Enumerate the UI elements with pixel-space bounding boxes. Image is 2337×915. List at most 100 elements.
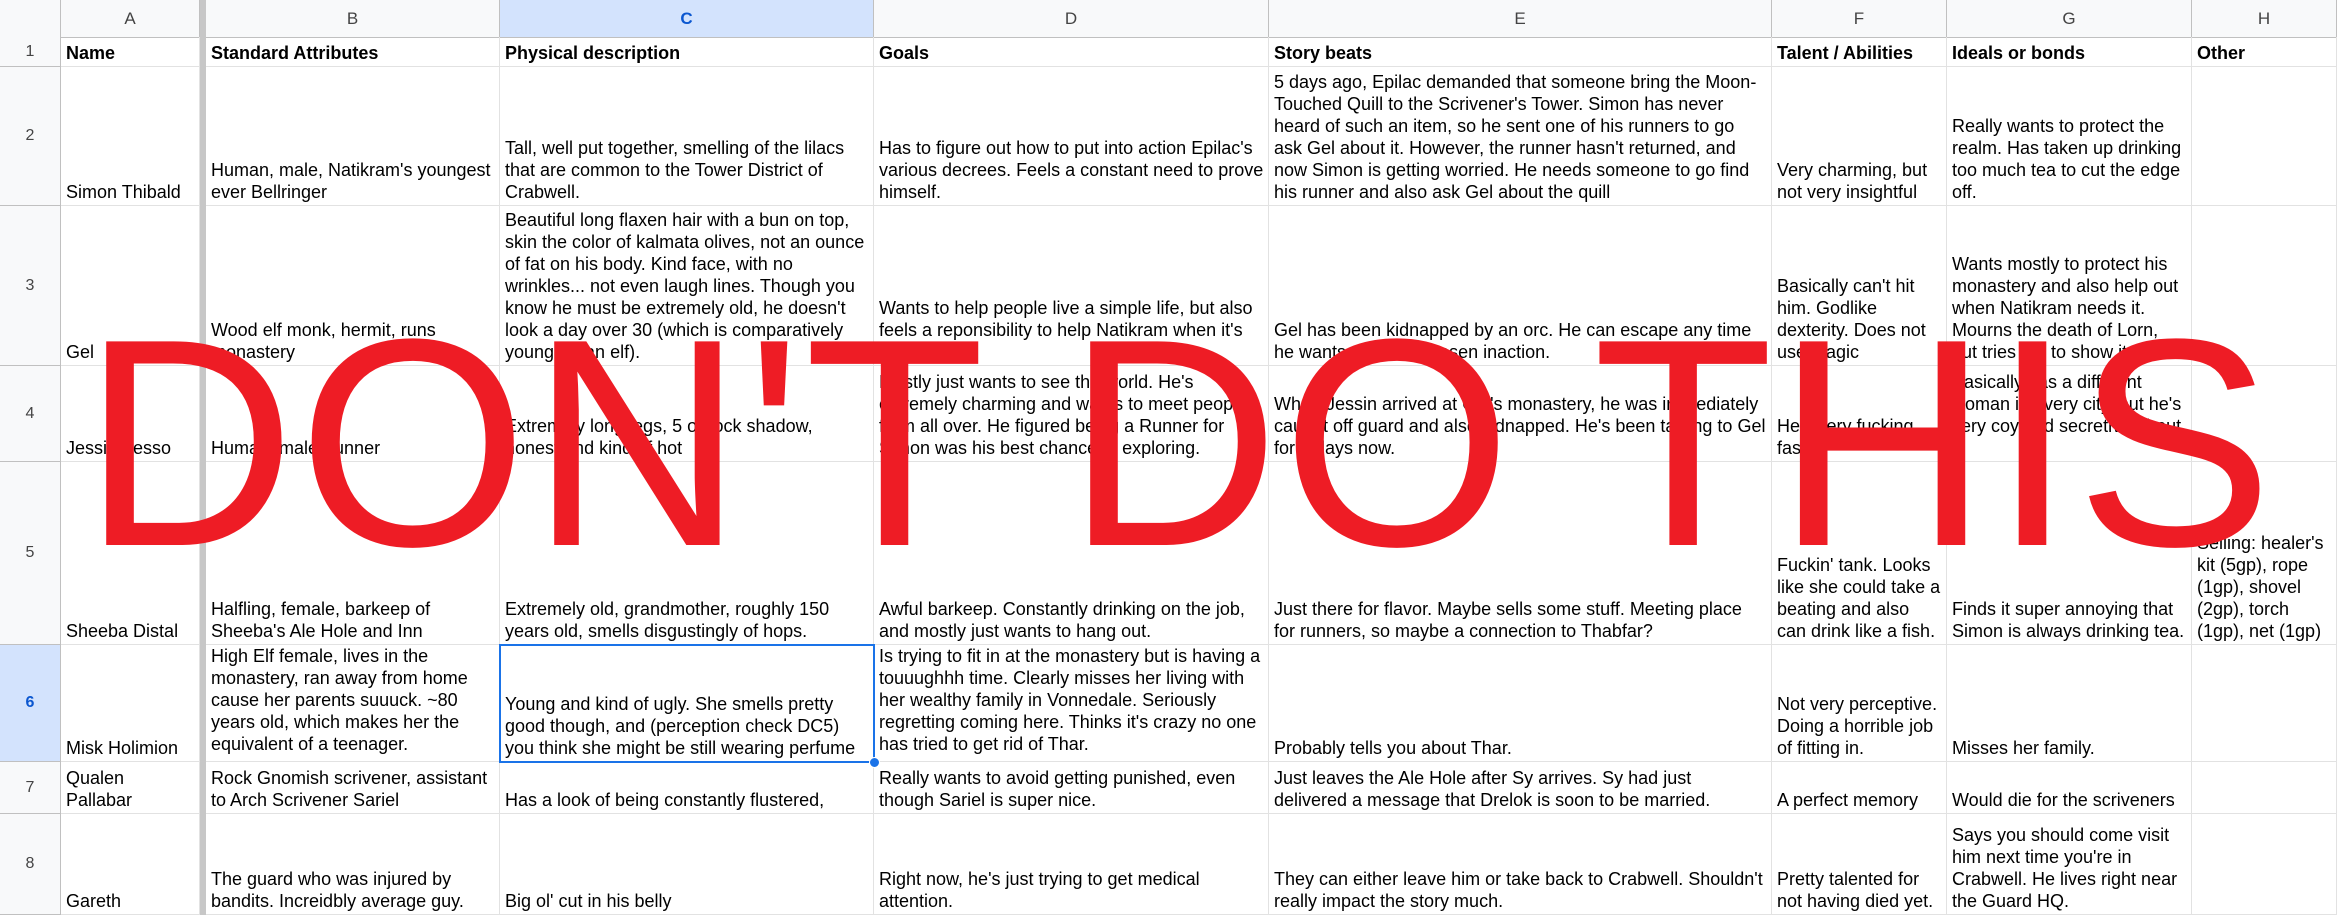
row-header[interactable]: 5 [0, 462, 61, 645]
table-cell[interactable]: Big ol' cut in his belly [500, 814, 874, 915]
table-cell[interactable]: Says you should come visit him next time… [1947, 814, 2192, 915]
table-cell[interactable]: The guard who was injured by bandits. In… [206, 814, 500, 915]
row-header[interactable]: 3 [0, 206, 61, 366]
table-cell[interactable]: Just leaves the Ale Hole after Sy arrive… [1269, 762, 1772, 814]
table-cell[interactable]: Has to figure out how to put into action… [874, 67, 1269, 206]
cell-text: Extremely old, grandmother, roughly 150 … [505, 599, 830, 641]
table-header-cell[interactable]: Standard Attributes [206, 37, 500, 67]
column-header-c[interactable]: C [500, 0, 874, 37]
select-all-corner[interactable] [0, 0, 61, 37]
table-cell[interactable]: Halfling, female, barkeep of Sheeba's Al… [206, 462, 500, 645]
table-cell[interactable]: Has a look of being constantly flustered… [500, 762, 874, 814]
table-cell[interactable]: Jessin Fesso [61, 366, 200, 462]
table-header-cell[interactable]: Talent / Abilities [1772, 37, 1947, 67]
cell-text: Very charming, but not very insightful [1777, 160, 1928, 202]
table-cell[interactable]: Gel has been kidnapped by an orc. He can… [1269, 206, 1772, 366]
table-cell[interactable]: Not very perceptive. Doing a horrible jo… [1772, 645, 1947, 762]
table-cell[interactable]: Misk Holimion [61, 645, 200, 762]
table-cell[interactable]: Basically can't hit him. Godlike dexteri… [1772, 206, 1947, 366]
table-cell[interactable]: Mostly just wants to see the world. He's… [874, 366, 1269, 462]
fill-handle[interactable] [869, 757, 880, 768]
column-header-a[interactable]: A [61, 0, 200, 37]
table-cell[interactable]: When Jessin arrived at Gel's monastery, … [1269, 366, 1772, 462]
row-header[interactable]: 6 [0, 645, 61, 762]
table-cell[interactable]: He's very fucking fast. [1772, 366, 1947, 462]
table-cell[interactable]: Wants to help people live a simple life,… [874, 206, 1269, 366]
row-header[interactable]: 2 [0, 67, 61, 206]
cell-text: Misk Holimion [66, 738, 179, 758]
column-header-g[interactable]: G [1947, 0, 2192, 37]
row-header[interactable]: 7 [0, 762, 61, 814]
row-header[interactable]: 4 [0, 366, 61, 462]
cell-text: Has to figure out how to put into action… [879, 138, 1264, 202]
column-header-e[interactable]: E [1269, 0, 1772, 37]
table-cell[interactable]: Qualen Pallabar [61, 762, 200, 814]
table-cell[interactable]: They can either leave him or take back t… [1269, 814, 1772, 915]
cell-text: Not very perceptive. Doing a horrible jo… [1777, 694, 1938, 758]
table-cell[interactable]: 5 days ago, Epilac demanded that someone… [1269, 67, 1772, 206]
table-cell[interactable]: High Elf female, lives in the monastery,… [206, 645, 500, 762]
table-cell[interactable]: Fuckin' tank. Looks like she could take … [1772, 462, 1947, 645]
cell-text: Is trying to fit in at the monastery but… [879, 646, 1261, 754]
table-cell[interactable]: Gel [61, 206, 200, 366]
cell-text: Fuckin' tank. Looks like she could take … [1777, 555, 1941, 641]
table-header-cell[interactable]: Physical description [500, 37, 874, 67]
table-cell[interactable]: Selling: healer's kit (5gp), rope (1gp),… [2192, 462, 2337, 645]
cell-text: Physical description [505, 43, 681, 63]
cell-text: Finds it super annoying that Simon is al… [1952, 599, 2185, 641]
table-cell[interactable] [2192, 762, 2337, 814]
table-cell[interactable]: Pretty talented for not having died yet. [1772, 814, 1947, 915]
table-cell[interactable]: Just there for flavor. Maybe sells some … [1269, 462, 1772, 645]
cell-text: Extremely long legs, 5 o'clock shadow, h… [505, 416, 813, 458]
table-cell[interactable]: Probably tells you about Thar. [1269, 645, 1772, 762]
table-cell[interactable]: Rock Gnomish scrivener, assistant to Arc… [206, 762, 500, 814]
table-cell[interactable] [2192, 67, 2337, 206]
table-cell[interactable]: Extremely long legs, 5 o'clock shadow, h… [500, 366, 874, 462]
table-header-cell[interactable]: Ideals or bonds [1947, 37, 2192, 67]
table-header-cell[interactable]: Story beats [1269, 37, 1772, 67]
table-cell[interactable]: Simon Thibald [61, 67, 200, 206]
cell-text: Awful barkeep. Constantly drinking on th… [879, 599, 1245, 641]
table-cell[interactable]: Is trying to fit in at the monastery but… [874, 645, 1269, 762]
column-header-h[interactable]: H [2192, 0, 2337, 37]
table-cell[interactable] [2192, 206, 2337, 366]
row-header[interactable]: 8 [0, 814, 61, 915]
table-header-cell[interactable]: Name [61, 37, 200, 67]
cell-text: Standard Attributes [211, 43, 379, 63]
column-header-d[interactable]: D [874, 0, 1269, 37]
table-cell[interactable]: Really wants to protect the realm. Has t… [1947, 67, 2192, 206]
cell-text: Gel [66, 342, 95, 362]
table-cell[interactable]: Really wants to avoid getting punished, … [874, 762, 1269, 814]
table-cell[interactable]: Misses her family. [1947, 645, 2192, 762]
table-cell[interactable]: Wood elf monk, hermit, runs monastery [206, 206, 500, 366]
table-cell[interactable]: A perfect memory [1772, 762, 1947, 814]
table-cell[interactable] [2192, 645, 2337, 762]
cell-text: Gel has been kidnapped by an orc. He can… [1274, 320, 1752, 362]
table-header-cell[interactable]: Goals [874, 37, 1269, 67]
table-cell[interactable]: Human, male, runner [206, 366, 500, 462]
table-cell[interactable]: Right now, he's just trying to get medic… [874, 814, 1269, 915]
table-header-cell[interactable]: Other [2192, 37, 2337, 67]
column-header-b[interactable]: B [206, 0, 500, 37]
table-cell[interactable]: Wants mostly to protect his monastery an… [1947, 206, 2192, 366]
table-cell[interactable] [2192, 366, 2337, 462]
table-cell[interactable] [2192, 814, 2337, 915]
cell-text: Mostly just wants to see the world. He's… [879, 372, 1248, 458]
table-cell[interactable]: Extremely old, grandmother, roughly 150 … [500, 462, 874, 645]
cell-text: Ideals or bonds [1952, 43, 2086, 63]
cell-text: Misses her family. [1952, 738, 2095, 758]
table-cell[interactable]: Would die for the scriveners [1947, 762, 2192, 814]
row-header[interactable]: 1 [0, 37, 61, 67]
table-cell[interactable]: Young and kind of ugly. She smells prett… [500, 645, 874, 762]
table-cell[interactable]: Very charming, but not very insightful [1772, 67, 1947, 206]
table-cell[interactable]: Gareth [61, 814, 200, 915]
table-cell[interactable]: Human, male, Natikram's youngest ever Be… [206, 67, 500, 206]
column-header-f[interactable]: F [1772, 0, 1947, 37]
table-cell[interactable]: Awful barkeep. Constantly drinking on th… [874, 462, 1269, 645]
table-cell[interactable]: Basically has a different woman in every… [1947, 366, 2192, 462]
table-cell[interactable]: Finds it super annoying that Simon is al… [1947, 462, 2192, 645]
table-cell[interactable]: Beautiful long flaxen hair with a bun on… [500, 206, 874, 366]
table-cell[interactable]: Tall, well put together, smelling of the… [500, 67, 874, 206]
table-cell[interactable]: Sheeba Distal [61, 462, 200, 645]
cell-text: Goals [879, 43, 930, 63]
